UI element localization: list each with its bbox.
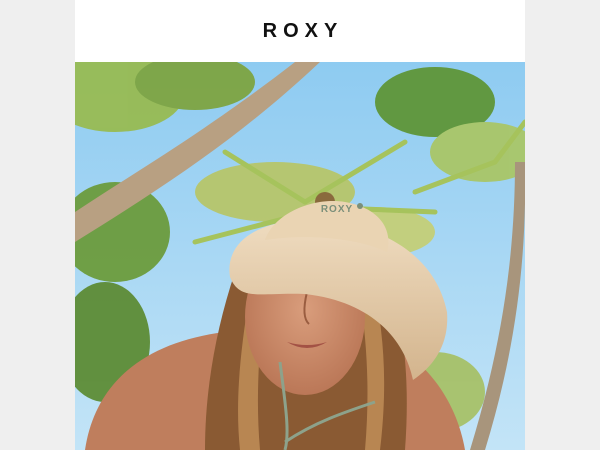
email-viewport: ROXY ROXY <box>0 0 600 450</box>
hero-photo: ROXY <box>75 62 525 450</box>
hero-image[interactable]: ROXY <box>75 62 525 450</box>
brand-logo[interactable]: ROXY <box>257 20 344 43</box>
hat-logo: ROXY <box>321 204 353 215</box>
email-card: ROXY ROXY <box>75 0 525 450</box>
email-header: ROXY <box>75 0 525 62</box>
